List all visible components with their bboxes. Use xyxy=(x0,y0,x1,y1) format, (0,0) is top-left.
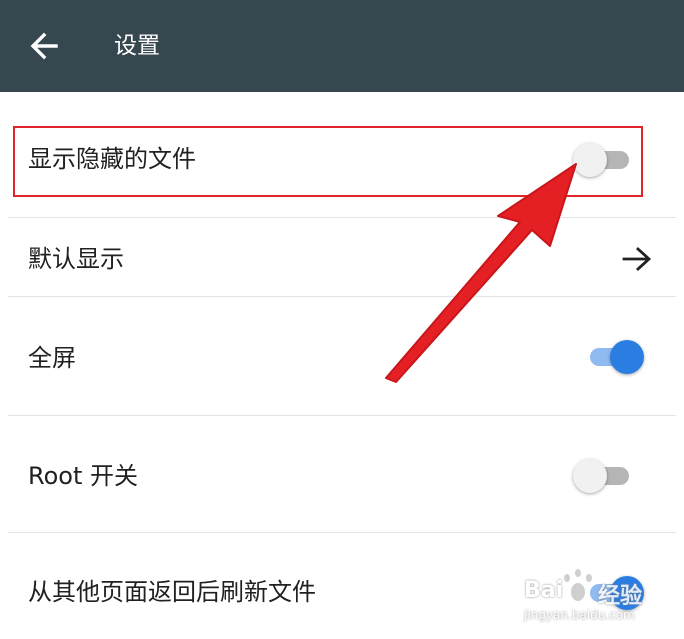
watermark-url: jingyan.baidu.com xyxy=(524,608,635,622)
watermark-brand-suffix: 经验 xyxy=(598,584,643,609)
watermark-brand: Bai xyxy=(524,578,564,603)
red-pointer-arrow xyxy=(385,163,577,383)
baidu-jingyan-watermark: Bai 经验 jingyan.baidu.com xyxy=(520,564,670,634)
